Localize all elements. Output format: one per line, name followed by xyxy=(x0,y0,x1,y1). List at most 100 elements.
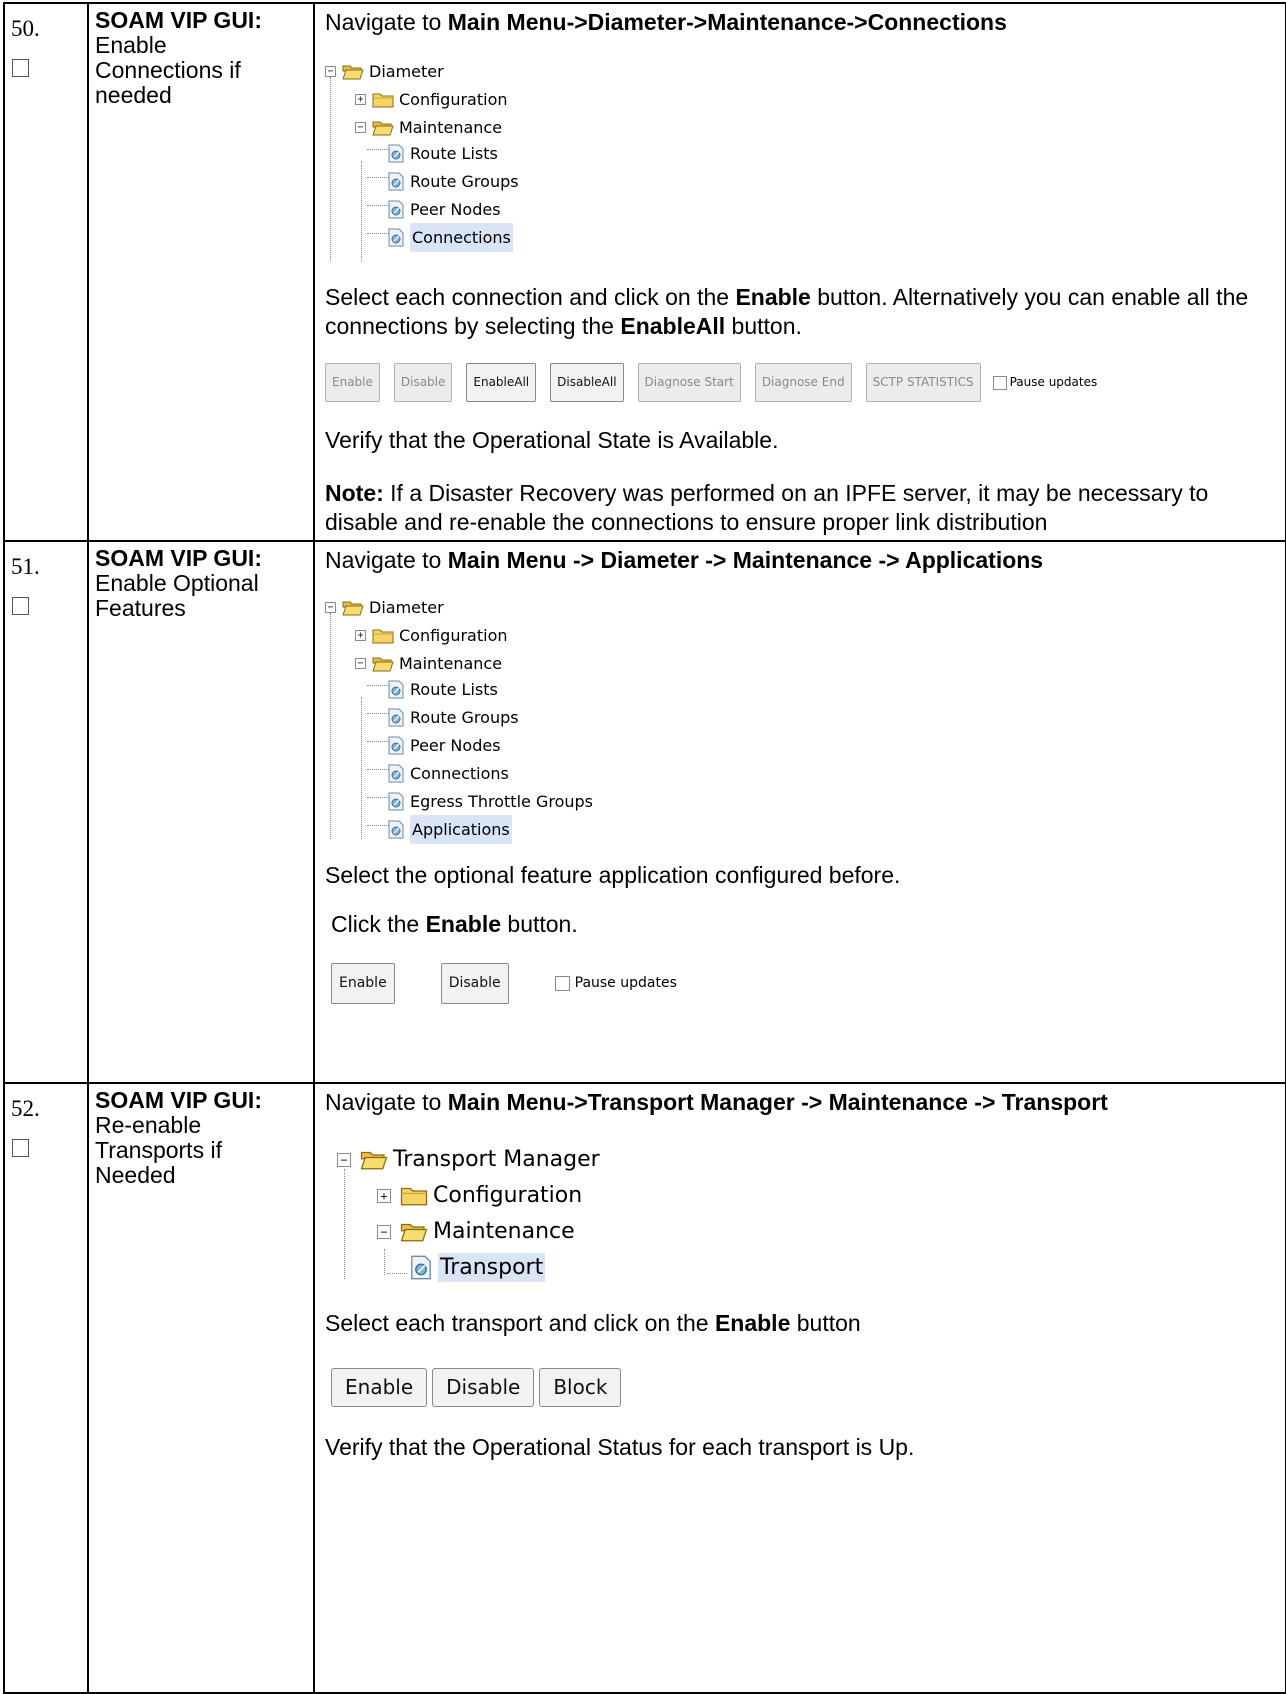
folder-open-icon xyxy=(372,656,394,672)
step-title-bold: SOAM VIP GUI: xyxy=(95,545,262,571)
pause-updates-checkbox[interactable] xyxy=(554,976,570,991)
connection-button-bar: Enable Disable EnableAll DisableAll Diag… xyxy=(325,363,1277,402)
step-title-line: Features xyxy=(95,595,186,621)
tree-node-configuration[interactable]: + Configuration xyxy=(355,621,508,650)
tree-label: Maintenance xyxy=(399,654,503,673)
tree-node-transport[interactable]: Transport xyxy=(409,1253,546,1282)
tree-node-configuration[interactable]: + Configuration xyxy=(377,1181,582,1210)
text-span: Click the xyxy=(331,911,426,937)
step-checkbox[interactable] xyxy=(12,1139,29,1157)
click-text: Click the Enable button. xyxy=(325,910,1277,939)
step-title: SOAM VIP GUI: Re-enable Transports if Ne… xyxy=(89,1084,313,1188)
diagnose-start-button[interactable]: Diagnose Start xyxy=(637,363,741,402)
enable-button[interactable]: Enable xyxy=(331,963,395,1004)
tree-node-connections[interactable]: Connections xyxy=(387,759,509,788)
verify-text: Verify that the Operational State is Ava… xyxy=(325,427,779,453)
pause-updates-control[interactable]: Pause updates xyxy=(554,969,677,998)
step-number-cell: 52. xyxy=(3,1082,89,1694)
text-span: button. xyxy=(725,313,802,339)
page-icon xyxy=(387,764,405,783)
disable-button[interactable]: Disable xyxy=(432,1368,535,1407)
step-checkbox[interactable] xyxy=(12,597,29,615)
step-title-cell: SOAM VIP GUI: Enable Connections if need… xyxy=(87,2,315,542)
tree-node-maintenance[interactable]: − Maintenance xyxy=(377,1217,575,1246)
tree-node-peer-nodes[interactable]: Peer Nodes xyxy=(387,731,501,760)
tree-node-egress-throttle-groups[interactable]: Egress Throttle Groups xyxy=(387,787,593,816)
collapse-icon[interactable]: − xyxy=(325,66,336,77)
text-span: Select each transport and click on the xyxy=(325,1310,715,1336)
tree-label: Peer Nodes xyxy=(410,736,501,755)
folder-closed-icon xyxy=(400,1186,428,1206)
tree-label: Route Lists xyxy=(410,144,498,163)
step-body-cell: Navigate to Main Menu->Diameter->Mainten… xyxy=(313,2,1286,542)
expand-icon[interactable]: + xyxy=(355,630,366,641)
page-icon xyxy=(387,820,405,839)
tree-node-maintenance[interactable]: − Maintenance xyxy=(355,649,502,678)
folder-open-icon xyxy=(342,64,364,80)
verify-text: Verify that the Operational Status for e… xyxy=(325,1434,915,1460)
tree-label-selected: Connections xyxy=(410,223,513,252)
step-body-cell: Navigate to Main Menu->Transport Manager… xyxy=(313,1082,1286,1694)
pause-updates-checkbox[interactable] xyxy=(992,375,1007,390)
disable-all-button[interactable]: DisableAll xyxy=(550,363,624,402)
menu-tree: − Diameter + Configuration − Maintenance Ro… xyxy=(325,49,1277,265)
page-icon xyxy=(387,736,405,755)
instruction-text: Select each connection and click on the … xyxy=(325,283,1277,341)
tree-node-peer-nodes[interactable]: Peer Nodes xyxy=(387,195,501,224)
expand-icon[interactable]: + xyxy=(355,94,366,105)
step-checkbox[interactable] xyxy=(12,59,29,77)
tree-label: Peer Nodes xyxy=(410,200,501,219)
step-row-51: 51. SOAM VIP GUI: Enable Optional Featur… xyxy=(3,540,1286,1084)
disable-button[interactable]: Disable xyxy=(440,963,509,1004)
page-icon xyxy=(387,172,405,191)
enable-all-button[interactable]: EnableAll xyxy=(466,363,537,402)
page-icon xyxy=(387,144,405,163)
tree-node-connections[interactable]: Connections xyxy=(387,223,513,252)
tree-node-route-groups[interactable]: Route Groups xyxy=(387,167,519,196)
folder-closed-icon xyxy=(372,92,394,108)
page-icon xyxy=(387,792,405,811)
disable-button[interactable]: Disable xyxy=(393,363,453,402)
text-bold: Enable xyxy=(714,1310,791,1336)
expand-icon[interactable]: + xyxy=(377,1188,391,1203)
collapse-icon[interactable]: − xyxy=(377,1224,391,1239)
step-number: 52. xyxy=(11,1096,40,1121)
step-title-line: Re-enable xyxy=(95,1112,202,1138)
pause-updates-label: Pause updates xyxy=(574,975,677,991)
tree-node-transport-manager[interactable]: − Transport Manager xyxy=(337,1145,600,1174)
transport-button-bar: Enable Disable Block xyxy=(331,1368,1277,1407)
tree-node-route-lists[interactable]: Route Lists xyxy=(387,139,498,168)
enable-button[interactable]: Enable xyxy=(331,1368,428,1407)
block-button[interactable]: Block xyxy=(539,1368,622,1407)
tree-label: Connections xyxy=(410,764,509,783)
step-title-line: Enable xyxy=(95,32,167,58)
pause-updates-control[interactable]: Pause updates xyxy=(992,368,1098,397)
step-number-cell: 50. xyxy=(3,2,89,542)
nav-instruction: Navigate to Main Menu -> Diameter -> Mai… xyxy=(325,546,1277,575)
tree-node-diameter[interactable]: − Diameter xyxy=(325,57,444,86)
pause-updates-label: Pause updates xyxy=(1009,375,1098,389)
sctp-statistics-button[interactable]: SCTP STATISTICS xyxy=(865,363,981,402)
tree-node-maintenance[interactable]: − Maintenance xyxy=(355,113,502,142)
nav-instruction: Navigate to Main Menu->Diameter->Mainten… xyxy=(325,8,1277,37)
step-number: 50. xyxy=(11,16,40,41)
tree-label: Configuration xyxy=(433,1183,583,1208)
text-bold: Enable xyxy=(735,284,811,310)
collapse-icon[interactable]: − xyxy=(355,122,366,133)
note-body: If a Disaster Recovery was performed on … xyxy=(325,480,1209,535)
collapse-icon[interactable]: − xyxy=(355,658,366,669)
collapse-icon[interactable]: − xyxy=(325,602,336,613)
tree-node-route-groups[interactable]: Route Groups xyxy=(387,703,519,732)
tree-node-applications[interactable]: Applications xyxy=(387,815,512,844)
tree-label: Route Groups xyxy=(410,172,519,191)
tree-node-diameter[interactable]: − Diameter xyxy=(325,593,444,622)
step-number: 51. xyxy=(11,554,40,579)
page-icon xyxy=(387,200,405,219)
tree-node-route-lists[interactable]: Route Lists xyxy=(387,675,498,704)
tree-node-configuration[interactable]: + Configuration xyxy=(355,85,508,114)
nav-path: Main Menu->Diameter->Maintenance->Connec… xyxy=(447,9,1007,35)
collapse-icon[interactable]: − xyxy=(337,1152,351,1167)
menu-tree: − Transport Manager + Configuration − Maint… xyxy=(337,1133,1277,1282)
diagnose-end-button[interactable]: Diagnose End xyxy=(754,363,852,402)
enable-button[interactable]: Enable xyxy=(325,363,380,402)
